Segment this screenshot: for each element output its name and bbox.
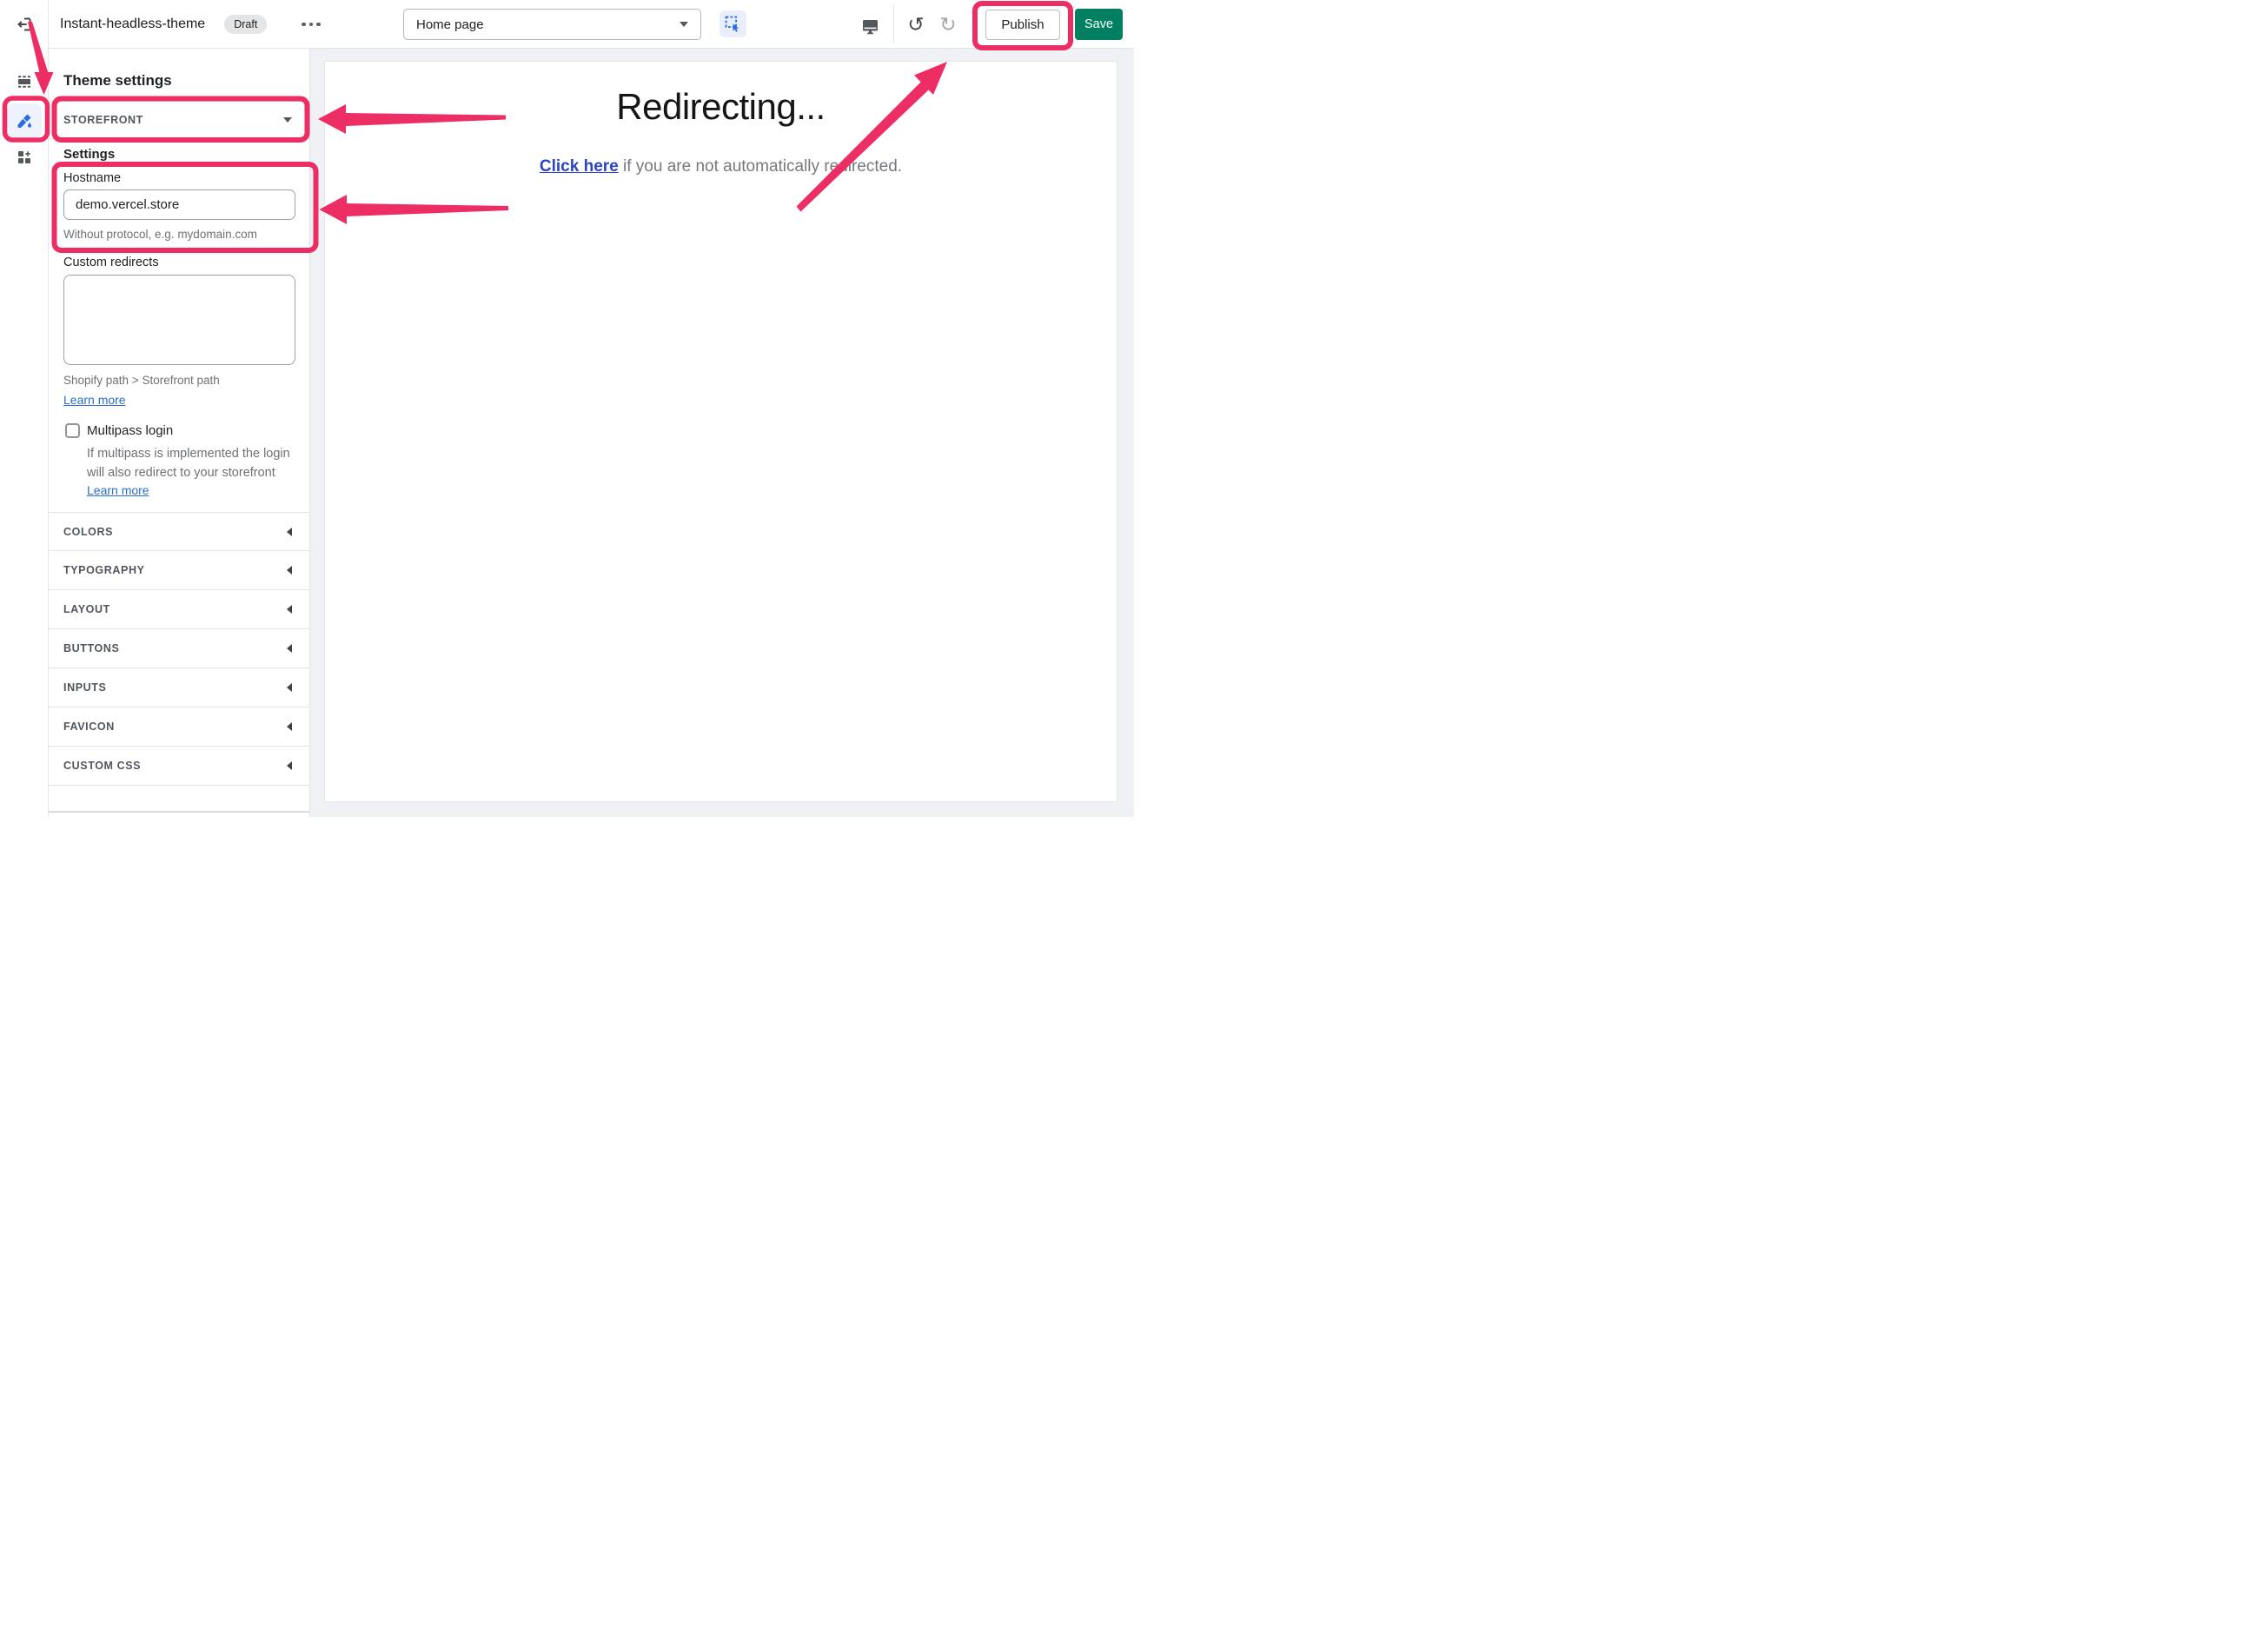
sidebar-bottom-divider [49, 811, 309, 813]
paintbrush-icon [17, 114, 31, 129]
sidebar-section-row[interactable]: BUTTONS [49, 629, 309, 668]
chevron-down-icon [680, 22, 688, 27]
desktop-monitor-icon [862, 19, 878, 34]
redirect-message: Click here if you are not automatically … [325, 157, 1117, 176]
sidebar-section-row[interactable]: INPUTS [49, 668, 309, 707]
theme-settings-sidebar: Theme settings STOREFRONT Settings Hostn… [49, 49, 310, 817]
undo-icon: ↺ [907, 12, 925, 36]
dot-icon [308, 22, 314, 27]
sidebar-section-row[interactable]: FAVICON [49, 707, 309, 747]
chevron-down-icon [283, 117, 292, 123]
preview-canvas: Redirecting... Click here if you are not… [310, 49, 1134, 817]
settings-heading: Settings [63, 147, 116, 162]
exit-door-arrow-icon [17, 17, 31, 31]
custom-redirects-learn-more-link[interactable]: Learn more [63, 393, 126, 407]
rail-item-apps[interactable] [16, 149, 33, 166]
undo-button[interactable]: ↺ [905, 12, 927, 37]
collapsed-caret-icon [287, 722, 292, 731]
storefront-section-label: STOREFRONT [63, 114, 143, 126]
sidebar-title: Theme settings [63, 72, 172, 89]
sidebar-section-row[interactable]: CUSTOM CSS [49, 747, 309, 786]
left-icon-rail [0, 0, 49, 817]
sidebar-section-row[interactable]: COLORS [49, 512, 309, 551]
selection-cursor-icon [725, 16, 739, 32]
sidebar-section-label: TYPOGRAPHY [63, 564, 145, 576]
toolbar-divider [893, 5, 894, 43]
collapsed-caret-icon [287, 644, 292, 653]
rail-item-sections[interactable] [16, 73, 33, 90]
theme-name: Instant-headless-theme [60, 17, 206, 31]
theme-editor-app: Instant-headless-theme Draft Home page ↺ [0, 0, 1134, 817]
multipass-checkbox[interactable] [65, 423, 80, 438]
redirect-message-text: if you are not automatically redirected. [618, 157, 903, 176]
sidebar-section-label: CUSTOM CSS [63, 760, 142, 772]
hostname-input[interactable] [63, 189, 295, 220]
collapsed-caret-icon [287, 605, 292, 614]
top-bar: Instant-headless-theme Draft Home page ↺ [49, 0, 1134, 49]
sidebar-section-label: FAVICON [63, 721, 115, 733]
title-group: Instant-headless-theme Draft [60, 0, 326, 49]
sidebar-section-row[interactable]: LAYOUT [49, 590, 309, 629]
collapsed-sections-list: COLORS TYPOGRAPHY LAYOUT BUTTONS INPUTS FAVIC… [49, 512, 309, 786]
sidebar-section-label: INPUTS [63, 681, 107, 694]
sections-icon [18, 76, 30, 88]
storefront-preview-panel: Redirecting... Click here if you are not… [324, 61, 1117, 802]
collapsed-caret-icon [287, 527, 292, 536]
hostname-helper-text: Without protocol, e.g. mydomain.com [63, 228, 257, 241]
multipass-description-line: If multipass is implemented the login [87, 447, 290, 461]
custom-redirects-textarea[interactable] [63, 275, 295, 365]
collapsed-caret-icon [287, 683, 292, 692]
sidebar-section-label: COLORS [63, 525, 114, 538]
exit-editor-button[interactable] [16, 16, 33, 33]
sidebar-section-label: BUTTONS [63, 642, 120, 654]
more-options-button[interactable] [296, 17, 326, 32]
rail-item-theme-settings[interactable] [7, 103, 42, 138]
custom-redirects-helper-text: Shopify path > Storefront path [63, 374, 220, 387]
collapsed-caret-icon [287, 761, 292, 770]
custom-redirects-label: Custom redirects [63, 256, 159, 269]
multipass-description: If multipass is implemented the login wi… [87, 444, 295, 483]
device-preview-button[interactable] [859, 14, 881, 38]
apps-grid-plus-icon [18, 151, 30, 163]
sidebar-section-row[interactable]: TYPOGRAPHY [49, 551, 309, 590]
sidebar-section-label: LAYOUT [63, 603, 110, 615]
hostname-label: Hostname [63, 171, 122, 185]
page-selector-value: Home page [416, 17, 484, 32]
multipass-learn-more-link[interactable]: Learn more [87, 483, 149, 497]
page-selector-dropdown[interactable]: Home page [403, 9, 701, 40]
dot-icon [302, 22, 306, 27]
storefront-section-header[interactable]: STOREFRONT [49, 101, 309, 139]
collapsed-caret-icon [287, 566, 292, 575]
redirecting-heading: Redirecting... [616, 86, 826, 127]
publish-button[interactable]: Publish [985, 10, 1060, 40]
redo-button[interactable]: ↻ [937, 12, 959, 37]
save-button[interactable]: Save [1075, 9, 1124, 40]
click-here-link[interactable]: Click here [540, 157, 619, 176]
status-badge: Draft [224, 15, 268, 34]
redo-icon: ↻ [939, 12, 957, 36]
inspect-select-tool-button[interactable] [720, 10, 746, 37]
multipass-description-line: will also redirect to your storefront [87, 466, 275, 481]
dot-icon [316, 22, 321, 27]
multipass-label: Multipass login [87, 423, 174, 438]
